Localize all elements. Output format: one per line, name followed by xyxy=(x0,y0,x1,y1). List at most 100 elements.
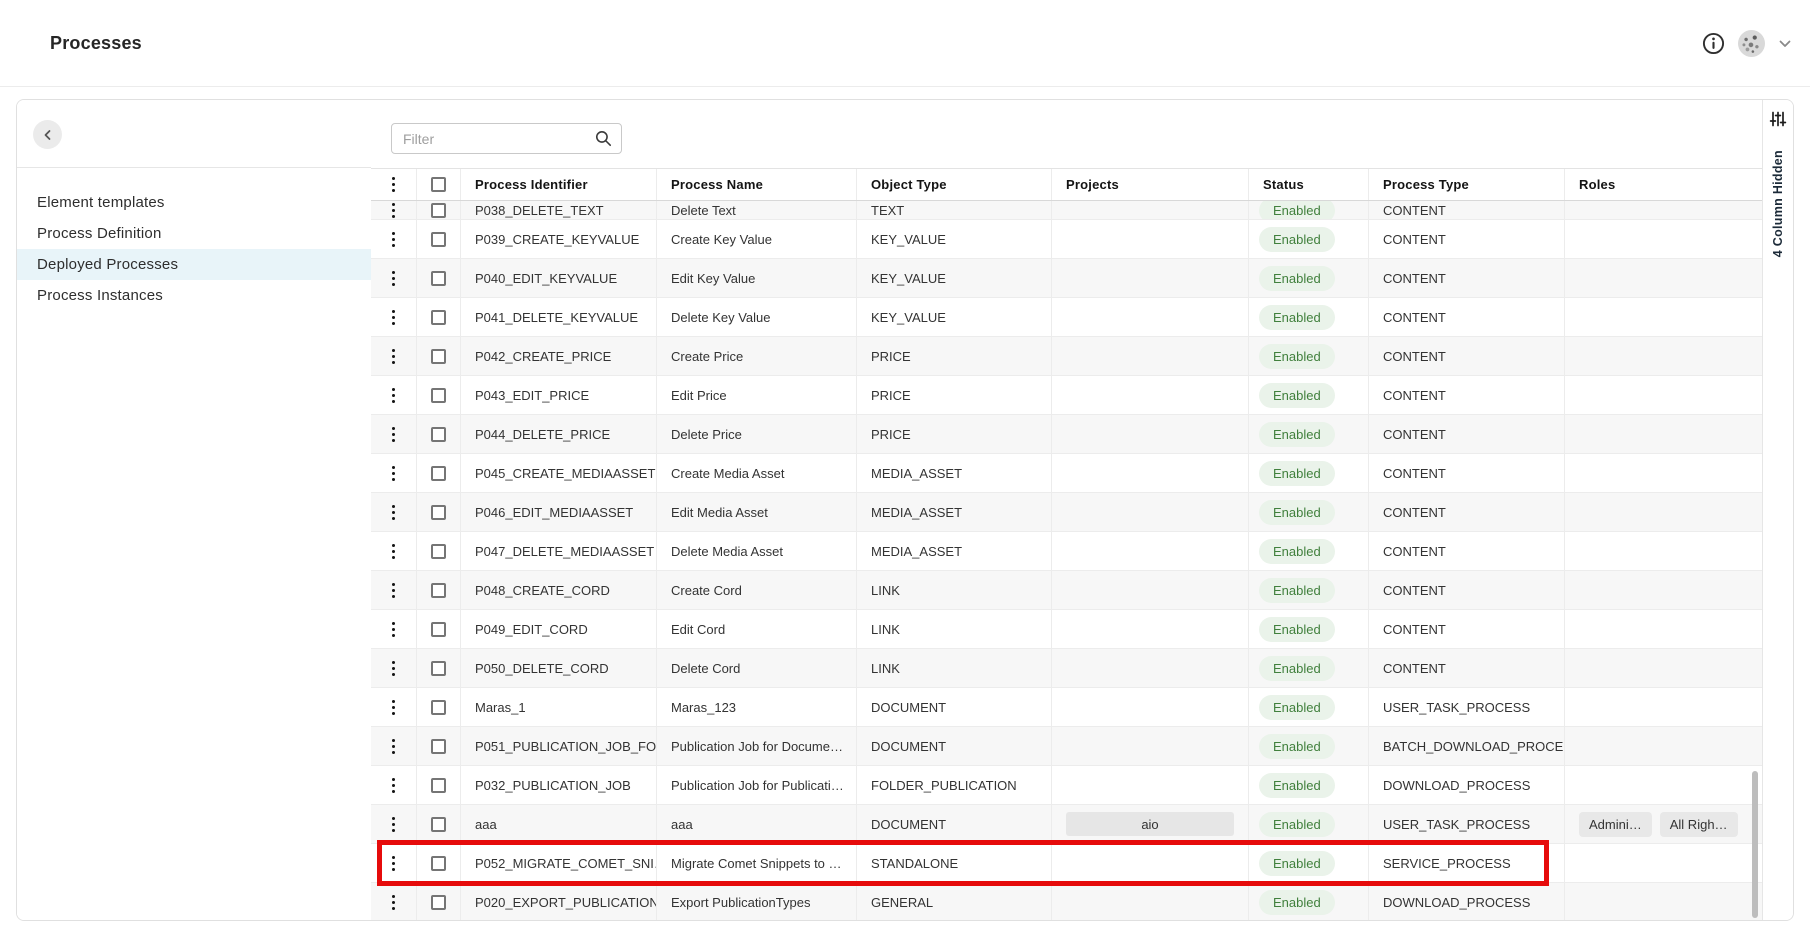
back-button[interactable] xyxy=(33,120,62,149)
table-row[interactable]: P041_DELETE_KEYVALUEDelete Key ValueKEY_… xyxy=(371,298,1764,337)
role-badge[interactable]: Admini… xyxy=(1579,812,1652,837)
row-checkbox[interactable] xyxy=(431,622,446,637)
kebab-menu-icon[interactable] xyxy=(388,891,399,914)
table-row[interactable]: P039_CREATE_KEYVALUECreate Key ValueKEY_… xyxy=(371,220,1764,259)
role-badge[interactable]: All Righ… xyxy=(1660,812,1738,837)
kebab-menu-icon[interactable] xyxy=(388,696,399,719)
column-header-roles[interactable]: Roles xyxy=(1564,169,1764,200)
row-checkbox[interactable] xyxy=(431,349,446,364)
kebab-menu-icon[interactable] xyxy=(388,423,399,446)
kebab-menu-icon[interactable] xyxy=(388,774,399,797)
table-row[interactable]: P038_DELETE_TEXTDelete TextTEXTEnabledCO… xyxy=(371,201,1764,220)
table-row[interactable]: P020_EXPORT_PUBLICATION…Export Publicati… xyxy=(371,883,1764,921)
kebab-menu-icon[interactable] xyxy=(388,267,399,290)
status-badge: Enabled xyxy=(1259,344,1335,369)
process-type: CONTENT xyxy=(1383,203,1446,218)
sidebar-item-process-instances[interactable]: Process Instances xyxy=(17,280,371,311)
table-row[interactable]: P047_DELETE_MEDIAASSETDelete Media Asset… xyxy=(371,532,1764,571)
kebab-menu-icon[interactable] xyxy=(388,306,399,329)
process-identifier: Maras_1 xyxy=(475,700,526,715)
status-badge: Enabled xyxy=(1259,266,1335,291)
object-type: KEY_VALUE xyxy=(871,232,946,247)
kebab-menu-icon[interactable] xyxy=(388,735,399,758)
process-type: CONTENT xyxy=(1383,505,1446,520)
column-header-process-identifier[interactable]: Process Identifier xyxy=(460,169,656,200)
process-type: CONTENT xyxy=(1383,427,1446,442)
table-row[interactable]: P045_CREATE_MEDIAASSETCreate Media Asset… xyxy=(371,454,1764,493)
kebab-menu-icon[interactable] xyxy=(388,852,399,875)
kebab-menu-icon[interactable] xyxy=(388,813,399,836)
row-checkbox[interactable] xyxy=(431,388,446,403)
kebab-menu-icon[interactable] xyxy=(388,201,399,220)
kebab-menu-icon[interactable] xyxy=(388,579,399,602)
row-checkbox[interactable] xyxy=(431,583,446,598)
process-type: CONTENT xyxy=(1383,232,1446,247)
kebab-menu-icon[interactable] xyxy=(388,540,399,563)
process-identifier: P047_DELETE_MEDIAASSET xyxy=(475,544,654,559)
row-checkbox[interactable] xyxy=(431,310,446,325)
column-header-object-type[interactable]: Object Type xyxy=(856,169,1051,200)
column-header-process-name[interactable]: Process Name xyxy=(656,169,856,200)
filter-input[interactable] xyxy=(391,123,622,154)
project-badge[interactable]: aio xyxy=(1066,812,1234,836)
row-checkbox[interactable] xyxy=(431,778,446,793)
row-checkbox[interactable] xyxy=(431,739,446,754)
row-checkbox[interactable] xyxy=(431,203,446,218)
select-all-checkbox[interactable] xyxy=(431,177,446,192)
row-checkbox[interactable] xyxy=(431,895,446,910)
process-identifier: P045_CREATE_MEDIAASSET xyxy=(475,466,655,481)
status-badge: Enabled xyxy=(1259,656,1335,681)
kebab-menu-icon[interactable] xyxy=(388,384,399,407)
table-row[interactable]: P049_EDIT_CORDEdit CordLINKEnabledCONTEN… xyxy=(371,610,1764,649)
kebab-menu-icon[interactable] xyxy=(388,657,399,680)
row-checkbox[interactable] xyxy=(431,661,446,676)
process-type: CONTENT xyxy=(1383,388,1446,403)
table-row[interactable]: P051_PUBLICATION_JOB_FO…Publication Job … xyxy=(371,727,1764,766)
column-header-process-type[interactable]: Process Type xyxy=(1368,169,1564,200)
table-row[interactable]: Maras_1Maras_123DOCUMENTEnabledUSER_TASK… xyxy=(371,688,1764,727)
row-checkbox[interactable] xyxy=(431,544,446,559)
kebab-menu-icon[interactable] xyxy=(388,345,399,368)
row-checkbox[interactable] xyxy=(431,856,446,871)
table-row[interactable]: P043_EDIT_PRICEEdit PricePRICEEnabledCON… xyxy=(371,376,1764,415)
info-icon[interactable] xyxy=(1702,32,1725,55)
row-checkbox[interactable] xyxy=(431,427,446,442)
column-header-projects[interactable]: Projects xyxy=(1051,169,1248,200)
kebab-menu-icon[interactable] xyxy=(388,462,399,485)
sidebar-item-deployed-processes[interactable]: Deployed Processes xyxy=(17,249,371,280)
table-row[interactable]: P044_DELETE_PRICEDelete PricePRICEEnable… xyxy=(371,415,1764,454)
user-avatar[interactable] xyxy=(1738,30,1765,57)
object-type: GENERAL xyxy=(871,895,933,910)
table-row[interactable]: P052_MIGRATE_COMET_SNI…Migrate Comet Sni… xyxy=(371,844,1764,883)
kebab-menu-icon[interactable] xyxy=(388,228,399,251)
chevron-down-icon[interactable] xyxy=(1778,37,1792,51)
process-name: Delete Price xyxy=(671,427,742,442)
column-settings-icon[interactable] xyxy=(1769,110,1787,128)
row-checkbox[interactable] xyxy=(431,817,446,832)
table-row[interactable]: aaaaaaDOCUMENTaioEnabledUSER_TASK_PROCES… xyxy=(371,805,1764,844)
row-checkbox[interactable] xyxy=(431,700,446,715)
column-header-status[interactable]: Status xyxy=(1248,169,1368,200)
kebab-menu-icon[interactable] xyxy=(388,173,399,196)
kebab-menu-icon[interactable] xyxy=(388,618,399,641)
process-type: BATCH_DOWNLOAD_PROCE… xyxy=(1383,739,1564,754)
row-checkbox[interactable] xyxy=(431,271,446,286)
table-row[interactable]: P048_CREATE_CORDCreate CordLINKEnabledCO… xyxy=(371,571,1764,610)
table-row[interactable]: P042_CREATE_PRICECreate PricePRICEEnable… xyxy=(371,337,1764,376)
row-checkbox[interactable] xyxy=(431,505,446,520)
table-row[interactable]: P046_EDIT_MEDIAASSETEdit Media AssetMEDI… xyxy=(371,493,1764,532)
process-name: Create Key Value xyxy=(671,232,772,247)
sidebar-item-process-definition[interactable]: Process Definition xyxy=(17,218,371,249)
vertical-scrollbar[interactable] xyxy=(1752,771,1758,918)
table-row[interactable]: P050_DELETE_CORDDelete CordLINKEnabledCO… xyxy=(371,649,1764,688)
status-badge: Enabled xyxy=(1259,201,1335,220)
kebab-menu-icon[interactable] xyxy=(388,501,399,524)
row-checkbox[interactable] xyxy=(431,232,446,247)
table-row[interactable]: P032_PUBLICATION_JOBPublication Job for … xyxy=(371,766,1764,805)
row-checkbox[interactable] xyxy=(431,466,446,481)
sidebar-item-element-templates[interactable]: Element templates xyxy=(17,187,371,218)
status-badge: Enabled xyxy=(1259,383,1335,408)
process-name: Delete Key Value xyxy=(671,310,771,325)
search-icon[interactable] xyxy=(594,129,613,148)
table-row[interactable]: P040_EDIT_KEYVALUEEdit Key ValueKEY_VALU… xyxy=(371,259,1764,298)
